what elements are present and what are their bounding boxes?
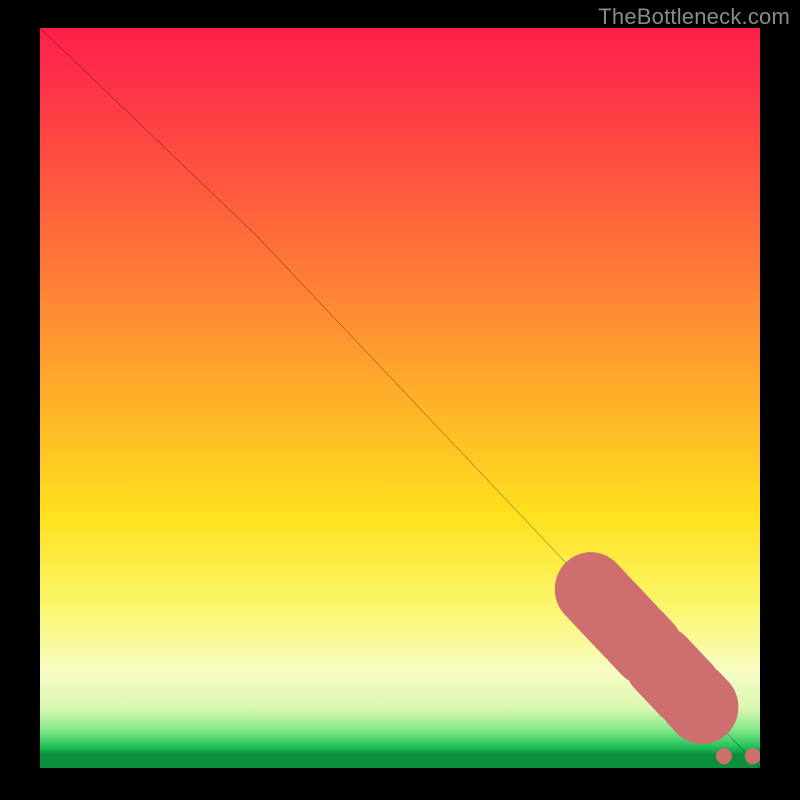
chart-frame: TheBottleneck.com <box>0 0 800 800</box>
end-dot-2 <box>745 748 760 764</box>
watermark-text: TheBottleneck.com <box>598 4 790 30</box>
end-dots <box>716 748 760 764</box>
highlight-segments <box>591 589 703 707</box>
chart-overlay <box>40 28 760 768</box>
end-dot-1 <box>716 748 732 764</box>
plot-area <box>40 28 760 768</box>
highlight-seg-4 <box>695 699 702 707</box>
